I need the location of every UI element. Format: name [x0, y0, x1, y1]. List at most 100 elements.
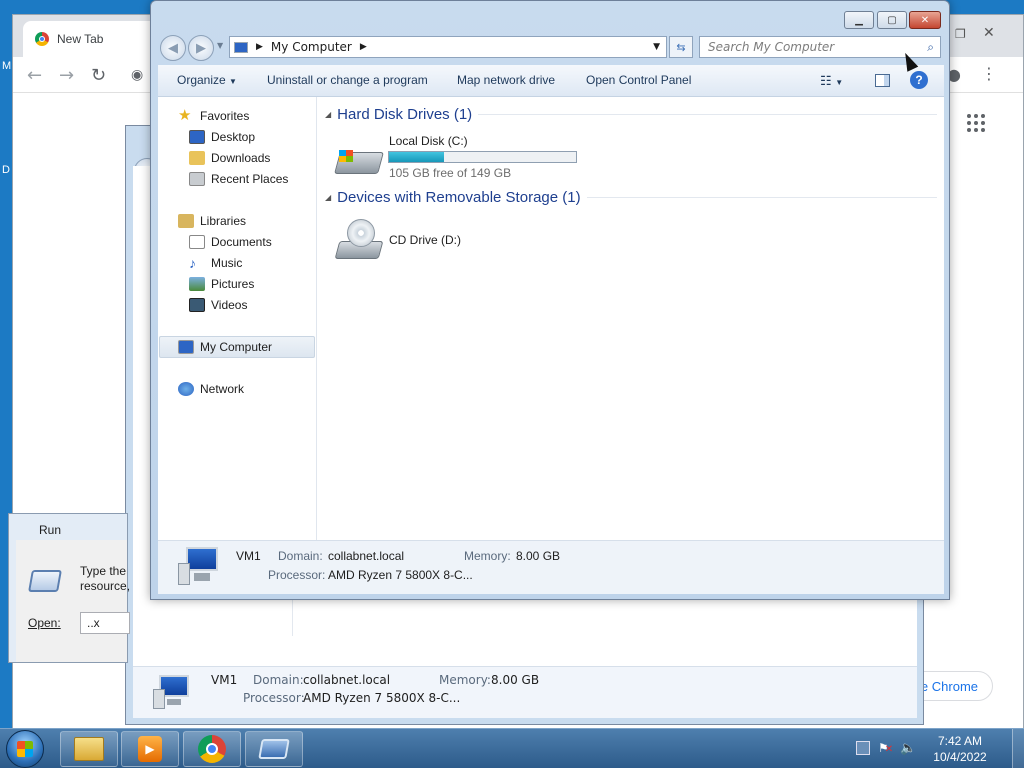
run-dialog-title: Run: [39, 523, 62, 537]
maximize-icon: ▢: [887, 14, 897, 26]
nav-item-music[interactable]: ♪ Music: [189, 253, 242, 273]
memory-label: Memory:: [439, 673, 491, 687]
search-placeholder: Search My Computer: [708, 40, 835, 54]
minimize-button[interactable]: ▁: [844, 11, 874, 29]
media-player-icon: ▶: [138, 736, 162, 762]
domain-label: Domain:: [278, 549, 323, 563]
network-icon: [178, 382, 194, 396]
computer-monitor-icon: [153, 675, 193, 709]
change-view-icon[interactable]: ☷ ▼: [820, 73, 843, 89]
hard-drive-icon: [334, 140, 384, 178]
recent-pages-icon[interactable]: ▼: [217, 41, 223, 50]
chrome-menu-icon[interactable]: ⋮: [981, 64, 997, 83]
folder-icon: [74, 737, 104, 761]
back-button[interactable]: ◀: [160, 35, 186, 61]
run-dialog: Run Type the resource, Open: ..x: [8, 513, 130, 663]
memory-value: 8.00 GB: [491, 673, 540, 687]
chrome-restore-icon[interactable]: ❐: [955, 27, 966, 41]
nav-item-documents[interactable]: Documents: [189, 232, 272, 252]
chrome-close-icon[interactable]: ✕: [983, 25, 995, 41]
taskbar-run-button[interactable]: [245, 731, 303, 767]
computer-name: VM1: [211, 673, 238, 687]
memory-label: Memory:: [464, 549, 511, 563]
breadcrumb-chevron-icon[interactable]: ▶: [360, 42, 367, 52]
drive-c-usage-bar: [388, 151, 577, 163]
close-button[interactable]: ✕: [909, 11, 941, 29]
run-description-line1: Type the: [80, 564, 127, 578]
chrome-icon: [198, 735, 226, 763]
forward-button[interactable]: ▶: [188, 35, 214, 61]
clock-time[interactable]: 7:42 AM: [934, 734, 986, 748]
star-icon: ★: [178, 107, 192, 124]
preview-pane-icon[interactable]: [875, 74, 890, 87]
nav-item-favorites[interactable]: ★ Favorites: [178, 106, 249, 126]
libraries-icon: [178, 214, 194, 228]
memory-value: 8.00 GB: [516, 549, 561, 563]
nav-item-my-computer[interactable]: My Computer: [178, 337, 272, 357]
collapse-icon: ◢: [325, 193, 332, 202]
action-center-flag-icon[interactable]: ⚑✕: [878, 741, 893, 755]
downloads-folder-icon: [189, 151, 205, 165]
desktop-icon: [189, 130, 205, 144]
taskbar-explorer-button[interactable]: [60, 731, 118, 767]
processor-label: Processor:: [268, 568, 326, 582]
address-dropdown-icon[interactable]: ▼: [653, 42, 660, 52]
taskbar-media-player-button[interactable]: ▶: [121, 731, 179, 767]
nav-item-downloads[interactable]: Downloads: [189, 148, 270, 168]
apps-grid-icon[interactable]: [967, 114, 987, 134]
maximize-button[interactable]: ▢: [877, 11, 907, 29]
open-input[interactable]: ..x: [80, 612, 130, 634]
refresh-icon: ⇆: [676, 40, 686, 54]
drive-d-name: CD Drive (D:): [389, 233, 461, 247]
open-control-panel-button[interactable]: Open Control Panel: [586, 73, 691, 87]
search-icon[interactable]: ⌕: [927, 40, 934, 55]
cd-drive-d[interactable]: CD Drive (D:): [334, 217, 535, 267]
volume-icon[interactable]: 🔈: [900, 740, 916, 756]
nav-item-network[interactable]: Network: [178, 379, 244, 399]
chrome-tab-title: New Tab: [57, 32, 104, 46]
cd-drive-icon: [334, 219, 384, 259]
domain-value: collabnet.local: [328, 549, 405, 563]
network-tray-icon[interactable]: [856, 741, 870, 755]
processor-value: AMD Ryzen 7 5800X 8-C...: [328, 568, 473, 582]
chrome-logo-icon: [35, 32, 49, 46]
nav-item-desktop[interactable]: Desktop: [189, 127, 255, 147]
computer-icon: [234, 41, 248, 53]
refresh-button[interactable]: ⇆: [669, 36, 693, 58]
windows-logo-icon: [17, 741, 33, 757]
site-info-icon[interactable]: ◉: [131, 67, 143, 83]
pictures-icon: [189, 277, 205, 291]
nav-item-recent-places[interactable]: Recent Places: [189, 169, 288, 189]
local-disk-c[interactable]: Local Disk (C:) 105 GB free of 149 GB: [334, 132, 635, 182]
taskbar-chrome-button[interactable]: [183, 731, 241, 767]
group-header-removable-storage[interactable]: ◢ Devices with Removable Storage (1): [325, 189, 937, 206]
back-arrow-icon[interactable]: ←: [27, 65, 42, 86]
run-program-icon: [258, 739, 290, 759]
command-bar: Organize ▼ Uninstall or change a program…: [158, 65, 944, 97]
nav-item-videos[interactable]: Videos: [189, 295, 247, 315]
start-button[interactable]: [6, 730, 44, 768]
reload-icon[interactable]: ↻: [91, 65, 106, 86]
nav-item-libraries[interactable]: Libraries: [178, 211, 246, 231]
background-details-pane: VM1 Domain: collabnet.local Memory: 8.00…: [133, 666, 917, 718]
clock-date[interactable]: 10/4/2022: [930, 750, 990, 764]
address-bar[interactable]: ▶ My Computer ▶ ▼: [229, 36, 667, 58]
taskbar: ▶ ⚑✕ 🔈 7:42 AM 10/4/2022: [0, 728, 1024, 768]
music-icon: ♪: [189, 255, 196, 271]
drive-c-free-space: 105 GB free of 149 GB: [389, 166, 512, 180]
organize-button[interactable]: Organize ▼: [177, 73, 237, 87]
computer-monitor-icon: [178, 547, 222, 587]
nav-item-pictures[interactable]: Pictures: [189, 274, 254, 294]
details-pane: VM1 Domain: collabnet.local Memory: 8.00…: [158, 540, 944, 594]
group-header-hard-disk-drives[interactable]: ◢ Hard Disk Drives (1): [325, 106, 937, 123]
breadcrumb-my-computer[interactable]: My Computer: [271, 40, 352, 54]
computer-icon: [178, 340, 194, 354]
documents-icon: [189, 235, 205, 249]
help-icon[interactable]: ?: [910, 71, 928, 89]
map-network-drive-button[interactable]: Map network drive: [457, 73, 555, 87]
forward-arrow-icon[interactable]: →: [59, 65, 74, 86]
uninstall-program-button[interactable]: Uninstall or change a program: [267, 73, 428, 87]
show-desktop-button[interactable]: [1012, 729, 1024, 768]
videos-icon: [189, 298, 205, 312]
minimize-icon: ▁: [855, 14, 863, 26]
